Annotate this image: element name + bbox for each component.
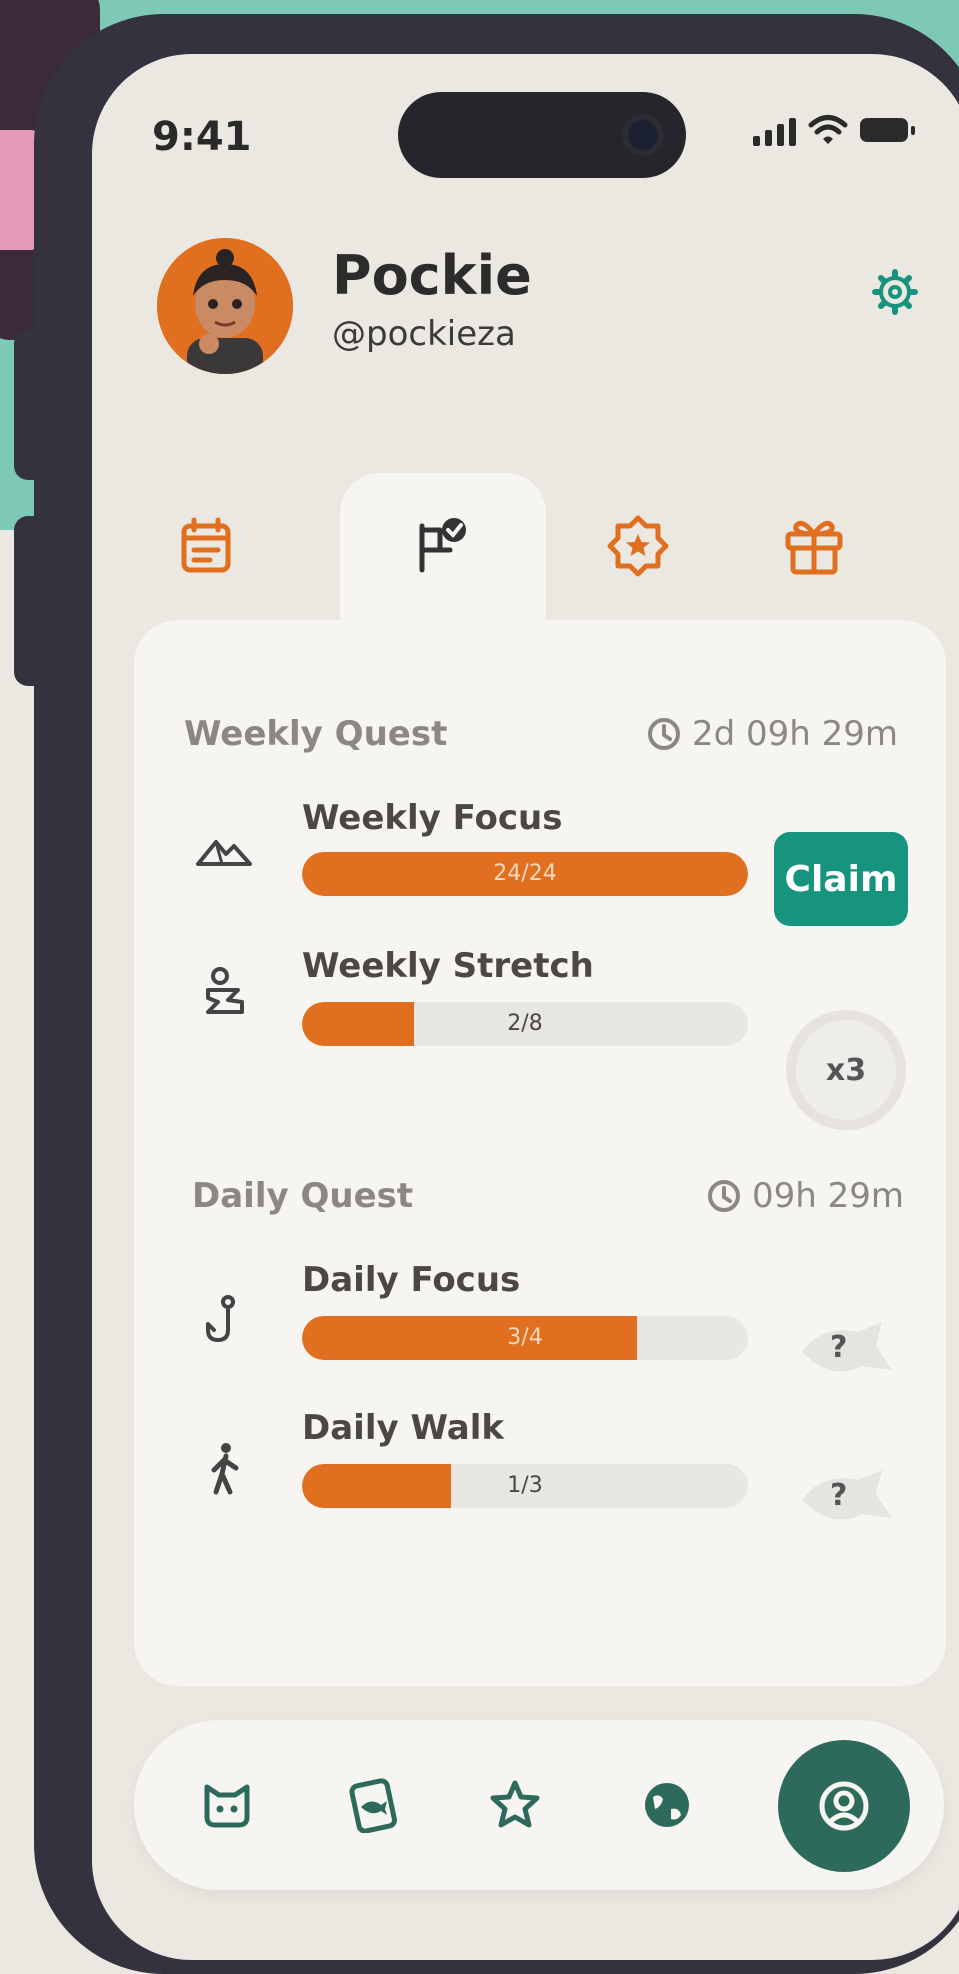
mountain-icon (196, 840, 252, 866)
star-icon (490, 1780, 540, 1828)
fish-card-icon (349, 1778, 397, 1833)
quest-name-daily-walk: Daily Walk (302, 1408, 504, 1448)
cat-icon (204, 1784, 250, 1828)
walking-icon (211, 1443, 239, 1495)
daily-quest-title: Daily Quest (192, 1176, 414, 1216)
nav-item-explore[interactable] (632, 1770, 702, 1840)
daily-timer: 09h 29m (706, 1176, 904, 1216)
nav-item-collection[interactable] (338, 1770, 408, 1840)
reward-multiplier-badge[interactable]: x3 (796, 1020, 896, 1120)
clock-icon (708, 1180, 740, 1212)
profile-handle: @pockieza (332, 314, 516, 354)
progress-bar-daily-walk: 1/3 (302, 1464, 748, 1508)
tab-quests[interactable] (402, 506, 482, 586)
phone-screen: 9:41 Pockie @pockieza Weekly Quest 2d 09… (92, 54, 959, 1960)
progress-text-weekly-stretch: 2/8 (507, 1011, 543, 1036)
weekly-quest-title: Weekly Quest (184, 714, 448, 754)
progress-bar-weekly-stretch: 2/8 (302, 1002, 748, 1046)
gear-icon[interactable] (867, 264, 923, 320)
calendar-icon (181, 517, 231, 573)
stretch-icon (206, 967, 244, 1014)
tab-calendar[interactable] (166, 506, 246, 586)
progress-text-weekly-focus: 24/24 (493, 861, 557, 886)
tab-achievements[interactable] (598, 506, 678, 586)
tab-rewards[interactable] (774, 506, 854, 586)
weekly-timer: 2d 09h 29m (646, 714, 898, 754)
profile-icon (819, 1781, 869, 1831)
phone-frame: 9:41 Pockie @pockieza Weekly Quest 2d 09… (34, 14, 959, 1974)
nav-item-profile[interactable] (778, 1740, 910, 1872)
star-badge-icon (607, 515, 669, 577)
status-time: 9:41 (152, 114, 252, 160)
progress-text-daily-walk: 1/3 (507, 1473, 543, 1498)
quest-name-daily-focus: Daily Focus (302, 1260, 521, 1300)
dynamic-island (398, 92, 686, 178)
weekly-timer-text: 2d 09h 29m (692, 714, 899, 754)
globe-icon (645, 1783, 689, 1827)
progress-bar-daily-focus: 3/4 (302, 1316, 748, 1360)
progress-bar-weekly-focus: 24/24 (302, 852, 748, 896)
nav-item-favorites[interactable] (480, 1770, 550, 1840)
mystery-reward-daily-walk[interactable]: ? (792, 1464, 902, 1534)
profile-name: Pockie (332, 244, 532, 307)
fishing-hook-icon (206, 1295, 235, 1342)
clock-icon (648, 718, 680, 750)
avatar[interactable] (157, 238, 293, 374)
quest-name-weekly-focus: Weekly Focus (302, 798, 563, 838)
gift-icon (785, 520, 843, 575)
battery-icon (860, 118, 915, 142)
mystery-reward-label: ? (830, 1330, 848, 1365)
daily-timer-text: 09h 29m (752, 1176, 905, 1216)
quest-name-weekly-stretch: Weekly Stretch (302, 946, 594, 986)
signal-icon (753, 114, 796, 146)
wifi-icon (808, 115, 848, 144)
camera-icon (622, 114, 664, 156)
nav-item-cat[interactable] (192, 1770, 262, 1840)
mystery-reward-daily-focus[interactable]: ? (792, 1316, 902, 1386)
status-icons (753, 114, 915, 146)
progress-text-daily-focus: 3/4 (507, 1325, 543, 1350)
mystery-reward-label: ? (830, 1478, 848, 1513)
flag-check-icon (419, 518, 466, 573)
claim-button[interactable]: Claim (774, 832, 908, 926)
